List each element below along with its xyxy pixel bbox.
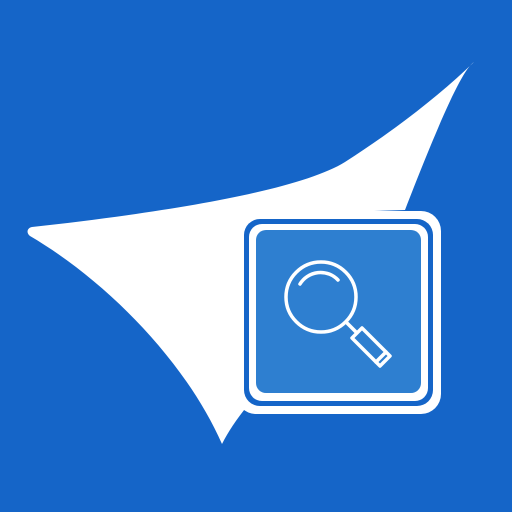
app-icon[interactable] xyxy=(0,0,512,512)
app-icon-graphic xyxy=(0,0,512,512)
search-badge-fill xyxy=(256,230,421,393)
